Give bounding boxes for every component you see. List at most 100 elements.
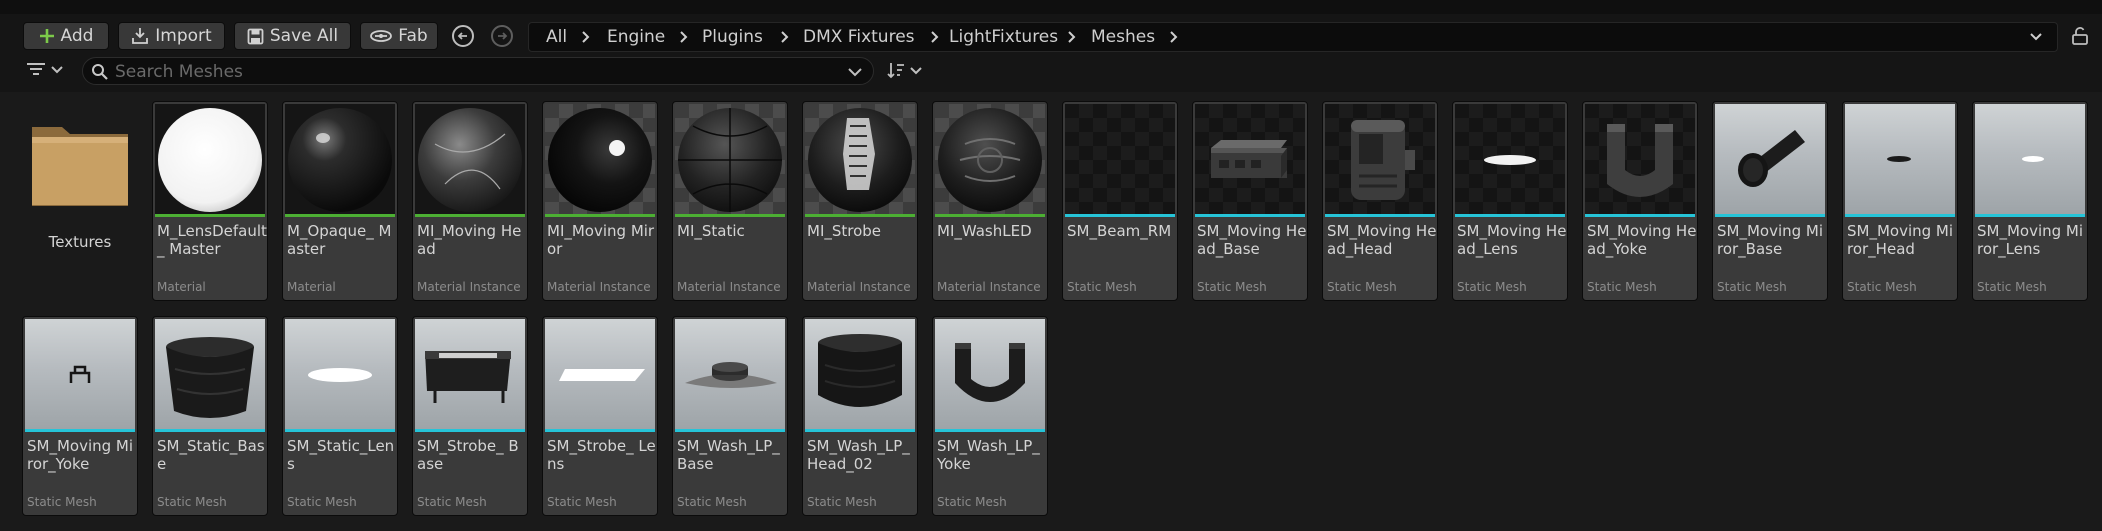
plus-icon bbox=[39, 28, 55, 44]
asset-thumbnail bbox=[935, 319, 1045, 429]
asset-type: Material Instance bbox=[417, 280, 521, 294]
asset-tile[interactable]: M_LensDefault_ Master Material bbox=[152, 101, 268, 301]
asset-type-stripe bbox=[285, 429, 395, 432]
asset-name: M_Opaque_ Master bbox=[287, 222, 392, 258]
asset-tile[interactable]: SM_Moving Miror_Yoke Static Mesh bbox=[22, 316, 138, 516]
asset-tile[interactable]: SM_Wash_LP_ Yoke Static Mesh bbox=[932, 316, 1048, 516]
asset-tile[interactable]: SM_Strobe_ Lens Static Mesh bbox=[542, 316, 658, 516]
filter-button[interactable] bbox=[26, 61, 63, 77]
asset-name: SM_Moving Miror_Yoke bbox=[27, 437, 134, 473]
asset-tile[interactable]: SM_Moving Miror_Lens Static Mesh bbox=[1972, 101, 2088, 301]
asset-name: MI_Moving Head bbox=[417, 222, 522, 258]
asset-tile[interactable]: SM_Beam_RM Static Mesh bbox=[1062, 101, 1178, 301]
window-top-strip bbox=[0, 0, 2102, 14]
asset-type-stripe bbox=[285, 214, 395, 217]
asset-tile[interactable]: SM_Moving Head_Base Static Mesh bbox=[1192, 101, 1308, 301]
asset-tile[interactable]: SM_Strobe_ Base Static Mesh bbox=[412, 316, 528, 516]
asset-type-stripe bbox=[935, 214, 1045, 217]
asset-thumbnail bbox=[805, 104, 915, 214]
sort-button[interactable] bbox=[886, 61, 922, 79]
chevron-right-icon[interactable] bbox=[677, 30, 691, 44]
unlock-icon[interactable] bbox=[2072, 27, 2088, 45]
folder-textures[interactable]: Textures bbox=[22, 101, 138, 301]
asset-type: Static Mesh bbox=[157, 495, 227, 509]
asset-tile[interactable]: SM_Moving Head_Head Static Mesh bbox=[1322, 101, 1438, 301]
asset-type: Static Mesh bbox=[417, 495, 487, 509]
add-label: Add bbox=[60, 26, 94, 46]
asset-type-stripe bbox=[805, 214, 915, 217]
asset-name: SM_Moving Head_Base bbox=[1197, 222, 1307, 258]
save-icon bbox=[247, 28, 264, 45]
asset-tile[interactable]: SM_Static_Base Static Mesh bbox=[152, 316, 268, 516]
asset-tile[interactable]: SM_Moving Miror_Head Static Mesh bbox=[1842, 101, 1958, 301]
asset-tile[interactable]: MI_WashLED Material Instance bbox=[932, 101, 1048, 301]
asset-thumbnail bbox=[285, 319, 395, 429]
chevron-right-icon[interactable] bbox=[579, 30, 593, 44]
asset-thumbnail bbox=[1455, 104, 1565, 214]
save-all-button[interactable]: Save All bbox=[234, 22, 351, 50]
asset-type-stripe bbox=[415, 429, 525, 432]
search-icon bbox=[92, 64, 108, 80]
asset-type-stripe bbox=[1845, 214, 1955, 217]
asset-tile[interactable]: SM_Wash_LP_ Base Static Mesh bbox=[672, 316, 788, 516]
asset-type-stripe bbox=[155, 214, 265, 217]
asset-tile[interactable]: SM_Moving Miror_Base Static Mesh bbox=[1712, 101, 1828, 301]
asset-name: SM_Strobe_ Lens bbox=[547, 437, 656, 473]
chevron-right-icon[interactable] bbox=[1065, 30, 1079, 44]
breadcrumb-dmx-fixtures[interactable]: DMX Fixtures bbox=[803, 23, 915, 51]
asset-type-stripe bbox=[1195, 214, 1305, 217]
import-button[interactable]: Import bbox=[118, 22, 225, 50]
asset-type: Static Mesh bbox=[1197, 280, 1267, 294]
asset-tile[interactable]: MI_Strobe Material Instance bbox=[802, 101, 918, 301]
asset-thumbnail bbox=[25, 319, 135, 429]
asset-type: Static Mesh bbox=[937, 495, 1007, 509]
asset-tile[interactable]: SM_Static_Lens Static Mesh bbox=[282, 316, 398, 516]
asset-tile[interactable]: SM_Wash_LP_ Head_02 Static Mesh bbox=[802, 316, 918, 516]
search-field[interactable] bbox=[82, 57, 874, 85]
asset-type: Material Instance bbox=[677, 280, 781, 294]
asset-tile[interactable]: SM_Moving Head_Yoke Static Mesh bbox=[1582, 101, 1698, 301]
add-button[interactable]: Add bbox=[23, 22, 109, 50]
asset-thumbnail bbox=[155, 104, 265, 214]
asset-tile[interactable]: MI_Static Material Instance bbox=[672, 101, 788, 301]
asset-type: Material bbox=[287, 280, 336, 294]
asset-type: Static Mesh bbox=[547, 495, 617, 509]
breadcrumb-lightfixtures[interactable]: LightFixtures bbox=[949, 23, 1058, 51]
history-forward-button[interactable] bbox=[491, 25, 513, 47]
asset-type-stripe bbox=[1455, 214, 1565, 217]
breadcrumb-meshes[interactable]: Meshes bbox=[1091, 23, 1155, 51]
breadcrumb-engine[interactable]: Engine bbox=[607, 23, 665, 51]
chevron-right-icon[interactable] bbox=[1167, 30, 1181, 44]
asset-type: Static Mesh bbox=[1717, 280, 1787, 294]
fab-button[interactable]: Fab bbox=[360, 22, 438, 50]
asset-name: SM_Moving Head_Lens bbox=[1457, 222, 1567, 258]
asset-thumbnail bbox=[1975, 104, 2085, 214]
chevron-right-icon[interactable] bbox=[928, 30, 942, 44]
content-browser-toolbar: Add Import Save All Fab All Engine Plugi… bbox=[0, 17, 2102, 57]
asset-thumbnail bbox=[675, 319, 785, 429]
asset-tile[interactable]: SM_Moving Head_Lens Static Mesh bbox=[1452, 101, 1568, 301]
asset-tile[interactable]: MI_Moving Miror Material Instance bbox=[542, 101, 658, 301]
asset-name: MI_Moving Miror bbox=[547, 222, 655, 258]
asset-type: Static Mesh bbox=[1067, 280, 1137, 294]
search-input[interactable] bbox=[113, 60, 817, 84]
asset-type: Static Mesh bbox=[1977, 280, 2047, 294]
folder-icon bbox=[32, 127, 128, 206]
folder-name: Textures bbox=[48, 233, 112, 251]
asset-name: SM_Static_Base bbox=[157, 437, 265, 473]
chevron-down-icon[interactable] bbox=[2029, 30, 2043, 44]
asset-thumbnail bbox=[545, 104, 655, 214]
asset-type: Static Mesh bbox=[677, 495, 747, 509]
asset-type-stripe bbox=[1325, 214, 1435, 217]
breadcrumb-plugins[interactable]: Plugins bbox=[702, 23, 763, 51]
history-back-button[interactable] bbox=[452, 25, 474, 47]
asset-tile[interactable]: MI_Moving Head Material Instance bbox=[412, 101, 528, 301]
asset-type: Material Instance bbox=[547, 280, 651, 294]
chevron-down-icon[interactable] bbox=[848, 66, 862, 78]
chevron-right-icon[interactable] bbox=[778, 30, 792, 44]
asset-thumbnail bbox=[935, 104, 1045, 214]
asset-name: SM_Moving Miror_Head bbox=[1847, 222, 1954, 258]
asset-tile[interactable]: M_Opaque_ Master Material bbox=[282, 101, 398, 301]
asset-grid: Textures M_LensDefault_ Master Material … bbox=[0, 92, 2102, 531]
breadcrumb-all[interactable]: All bbox=[546, 23, 567, 51]
